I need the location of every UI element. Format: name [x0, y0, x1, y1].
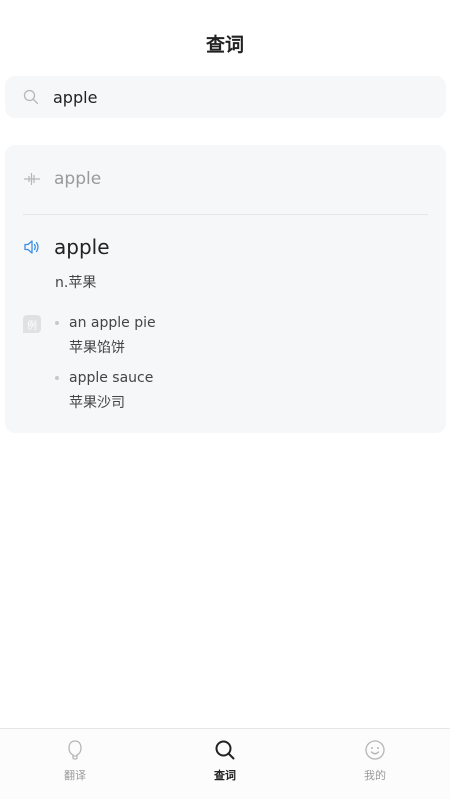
- divider: [23, 214, 428, 215]
- voice-input-row[interactable]: apple: [23, 167, 101, 191]
- page-title: 查词: [205, 33, 244, 56]
- search-input[interactable]: apple: [53, 88, 97, 107]
- example-en: an apple pie: [69, 315, 156, 331]
- speaker-icon[interactable]: [23, 238, 41, 256]
- bullet-dot: [55, 376, 59, 380]
- definition: n.苹果: [55, 275, 97, 291]
- search-icon: [214, 739, 236, 761]
- search-icon: [23, 88, 41, 106]
- tab-label: 查词: [214, 769, 236, 782]
- example-item: an apple pie 苹果馅饼: [55, 313, 156, 357]
- tab-label: 翻译: [64, 769, 86, 782]
- smiley-icon: [364, 739, 386, 761]
- example-zh: 苹果馅饼: [69, 340, 125, 356]
- tab-mine[interactable]: 我的: [300, 729, 450, 799]
- tab-translate[interactable]: 翻译: [0, 729, 150, 799]
- result-card: apple apple n.苹果 例 an apple pie 苹果馅饼 app…: [5, 145, 446, 433]
- translate-icon: [64, 739, 86, 761]
- headword: apple: [54, 235, 110, 259]
- app: 查词 apple apple apple n.苹果 例 an apple pie…: [0, 0, 450, 799]
- example-en: apple sauce: [69, 370, 154, 386]
- example-badge: 例: [23, 315, 41, 333]
- tab-lookup[interactable]: 查词: [150, 729, 300, 799]
- header: 查词: [0, 0, 450, 70]
- waveform-icon: [23, 170, 41, 188]
- word-row: apple: [23, 233, 110, 261]
- tab-bar: 翻译 查词 我的: [0, 728, 450, 799]
- voice-input-text: apple: [54, 169, 102, 189]
- tab-label: 我的: [364, 769, 386, 782]
- example-item: apple sauce 苹果沙司: [55, 368, 153, 412]
- bullet-dot: [55, 321, 59, 325]
- example-zh: 苹果沙司: [69, 395, 125, 411]
- search-bar[interactable]: apple: [5, 76, 446, 118]
